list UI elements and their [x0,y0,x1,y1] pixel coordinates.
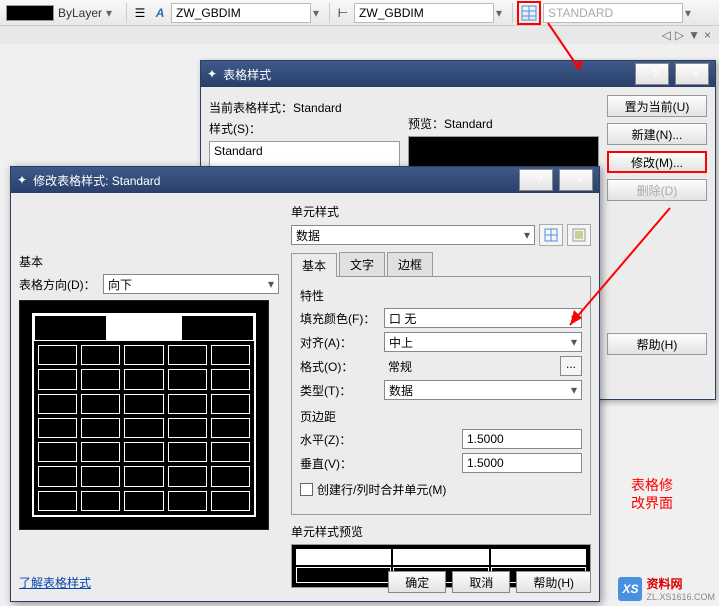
chevron-down-icon: ▾ [571,335,577,349]
separator [329,3,330,23]
chevron-down-icon: ▾ [268,277,274,291]
color-swatch [6,5,54,21]
separator [512,3,513,23]
dialog-title: 表格样式 [223,66,271,83]
cell-preview-label: 单元样式预览 [291,523,591,540]
learn-link[interactable]: 了解表格样式 [19,574,91,591]
layer-color-name: ByLayer [56,6,104,20]
horiz-margin-label: 水平(Z)： [300,431,378,448]
format-value: 常规 [388,358,412,375]
basic-group-label: 基本 [19,253,279,270]
merge-cells-checkbox[interactable] [300,483,313,496]
cell-style-group-label: 单元样式 [291,203,591,220]
chevron-down-icon: ▾ [571,383,577,397]
align-select[interactable]: 中上 ▾ [384,332,582,352]
new-cell-style-icon[interactable] [539,224,563,246]
close-icon[interactable]: × [675,63,709,85]
tab-panel-basic: 特性 填充颜色(F)： 口 无 ▾ 对齐(A)： 中上 ▾ 格式( [291,277,591,515]
annotation-text: 表格修 改界面 [631,476,673,512]
app-icon: ✦ [207,67,217,81]
nav-right-icon[interactable]: ▷ [675,28,684,42]
modify-table-style-dialog: ✦ 修改表格样式: Standard ? × 基本 表格方向(D)： 向下 ▾ [10,166,600,602]
chevron-down-icon: ▾ [571,311,577,325]
dropdown-arrow-icon[interactable]: ▾ [685,6,697,20]
dim-style-field[interactable]: ZW_GBDIM [354,3,494,23]
nav-down-icon[interactable]: ▼ [688,28,700,42]
merge-cells-label: 创建行/列时合并单元(M) [317,481,446,498]
dialog-titlebar[interactable]: ✦ 表格样式 ? × [201,61,715,87]
dropdown-arrow-icon[interactable]: ▾ [496,6,508,20]
format-label: 格式(O)： [300,358,378,375]
help-button[interactable]: 帮助(H) [607,333,707,355]
table-style-value: STANDARD [548,6,613,20]
list-icon[interactable]: ☰ [131,4,149,22]
tab-basic[interactable]: 基本 [291,253,337,277]
watermark-name: 资料网 [646,575,715,592]
type-label: 类型(T)： [300,382,378,399]
close-icon[interactable]: × [559,169,593,191]
fill-color-label: 填充颜色(F)： [300,310,378,327]
format-display: 常规 [384,356,554,376]
dialog-titlebar[interactable]: ✦ 修改表格样式: Standard ? × [11,167,599,193]
tab-border[interactable]: 边框 [387,252,433,276]
text-style-value: ZW_GBDIM [176,6,241,20]
list-item[interactable]: Standard [214,144,395,158]
chevron-down-icon: ▾ [524,228,530,242]
delete-button[interactable]: 删除(D) [607,179,707,201]
current-style-value: Standard [293,101,342,115]
select-value: 数据 [389,382,413,399]
fill-color-select[interactable]: 口 无 ▾ [384,308,582,328]
preview-style-name: Standard [444,117,493,131]
select-value: 口 无 [389,310,416,327]
property-tabs: 基本 文字 边框 [291,252,591,277]
layer-color-picker[interactable]: ByLayer ▾ [2,5,122,21]
vert-margin-label: 垂直(V)： [300,455,378,472]
text-style-icon[interactable]: A [151,4,169,22]
table-style-field[interactable]: STANDARD [543,3,683,23]
table-preview [19,300,269,530]
new-button[interactable]: 新建(N)... [607,123,707,145]
manage-cell-style-icon[interactable] [567,224,591,246]
text-style-field[interactable]: ZW_GBDIM [171,3,311,23]
properties-group-label: 特性 [300,287,582,304]
dropdown-arrow-icon[interactable]: ▾ [313,6,325,20]
format-browse-button[interactable]: ... [560,356,582,376]
watermark-logo: XS [618,577,642,601]
separator [126,3,127,23]
cancel-button[interactable]: 取消 [452,571,510,593]
watermark: XS 资料网 ZL.XS1616.COM [618,575,715,602]
horiz-margin-input[interactable]: 1.5000 [462,429,582,449]
nav-left-icon[interactable]: ◁ [662,28,671,42]
select-value: 数据 [296,227,320,244]
top-toolbar: ByLayer ▾ ☰ A ZW_GBDIM ▾ ⊢ ZW_GBDIM ▾ ST… [0,0,719,26]
ok-button[interactable]: 确定 [388,571,446,593]
app-icon: ✦ [17,173,27,187]
table-style-icon[interactable] [517,1,541,25]
set-current-button[interactable]: 置为当前(U) [607,95,707,117]
select-value: 向下 [108,276,132,293]
dim-style-icon[interactable]: ⊢ [334,4,352,22]
nav-strip: ◁ ▷ ▼ × [0,26,719,44]
tab-text[interactable]: 文字 [339,252,385,276]
dialog-title: 修改表格样式: Standard [33,172,160,189]
type-select[interactable]: 数据 ▾ [384,380,582,400]
align-label: 对齐(A)： [300,334,378,351]
dim-style-value: ZW_GBDIM [359,6,424,20]
dropdown-arrow-icon: ▾ [106,6,118,20]
current-style-label: 当前表格样式： [209,101,293,115]
preview-label: 预览： [408,117,444,131]
cell-style-select[interactable]: 数据 ▾ [291,225,535,245]
margin-group-label: 页边距 [300,408,582,425]
nav-close-icon[interactable]: × [704,28,711,42]
watermark-url: ZL.XS1616.COM [646,592,715,602]
help-icon[interactable]: ? [519,169,553,191]
modify-button[interactable]: 修改(M)... [607,151,707,173]
table-direction-select[interactable]: 向下 ▾ [103,274,279,294]
help-button[interactable]: 帮助(H) [516,571,591,593]
table-direction-label: 表格方向(D)： [19,276,97,293]
select-value: 中上 [389,334,413,351]
help-icon[interactable]: ? [635,63,669,85]
styles-label: 样式(S)： [209,120,400,137]
vert-margin-input[interactable]: 1.5000 [462,453,582,473]
